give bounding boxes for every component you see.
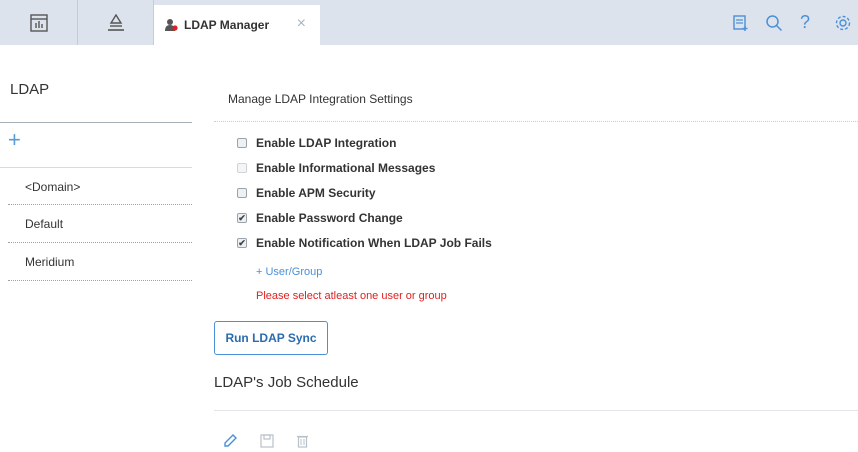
run-ldap-sync-button[interactable]: Run LDAP Sync bbox=[214, 321, 328, 355]
schedule-toolbar bbox=[222, 433, 309, 449]
option-enable-ldap-integration[interactable]: Enable LDAP Integration bbox=[237, 135, 396, 151]
checkbox[interactable] bbox=[237, 138, 247, 148]
help-button[interactable]: ? bbox=[792, 0, 818, 45]
tab-ldap-manager[interactable]: LDAP Manager × bbox=[154, 5, 320, 45]
dashboard-button[interactable] bbox=[0, 0, 78, 45]
help-icon: ? bbox=[799, 12, 810, 32]
validation-error: Please select atleast one user or group bbox=[256, 290, 447, 302]
sidebar-item-default[interactable]: Default bbox=[0, 205, 192, 243]
add-user-group-link[interactable]: + User/Group bbox=[256, 266, 322, 278]
settings-icon bbox=[835, 15, 851, 30]
settings-button[interactable] bbox=[830, 0, 856, 45]
option-label: Enable APM Security bbox=[256, 186, 376, 200]
notes-add-button[interactable] bbox=[728, 0, 754, 45]
option-label: Enable LDAP Integration bbox=[256, 136, 397, 150]
close-tab-icon[interactable]: × bbox=[297, 16, 306, 32]
sidebar-item-meridium[interactable]: Meridium bbox=[0, 243, 192, 281]
sidebar-item-label: Default bbox=[25, 217, 64, 231]
hierarchy-icon bbox=[107, 13, 124, 31]
page-title: Manage LDAP Integration Settings bbox=[228, 92, 413, 106]
search-icon bbox=[766, 14, 783, 31]
checkbox-checked[interactable]: ✔ bbox=[237, 213, 247, 223]
checkbox[interactable] bbox=[237, 188, 247, 198]
user-icon bbox=[164, 18, 178, 32]
add-domain-button[interactable]: + bbox=[8, 129, 21, 151]
option-label: Enable Notification When LDAP Job Fails bbox=[256, 236, 492, 250]
search-button[interactable] bbox=[761, 0, 787, 45]
option-label: Enable Informational Messages bbox=[256, 161, 436, 175]
top-bar: LDAP Manager × ? bbox=[0, 0, 858, 45]
notes-add-icon bbox=[733, 14, 748, 31]
sidebar-item-label: <Domain> bbox=[25, 179, 81, 194]
dashboard-icon bbox=[29, 13, 48, 32]
sidebar-title: LDAP bbox=[10, 81, 50, 98]
job-schedule-title: LDAP's Job Schedule bbox=[214, 374, 359, 391]
option-enable-informational-messages: Enable Informational Messages bbox=[237, 160, 435, 176]
checkbox-checked[interactable]: ✔ bbox=[237, 238, 247, 248]
checkbox bbox=[237, 163, 247, 173]
tab-title: LDAP Manager bbox=[184, 18, 270, 32]
sidebar-item-label: Meridium bbox=[25, 255, 75, 269]
edit-icon[interactable] bbox=[222, 433, 238, 449]
save-icon[interactable] bbox=[260, 434, 274, 448]
sidebar-item-domain[interactable]: <Domain> bbox=[0, 167, 192, 205]
hierarchy-button[interactable] bbox=[78, 0, 154, 45]
sidebar-divider bbox=[0, 122, 192, 123]
option-enable-apm-security[interactable]: Enable APM Security bbox=[237, 185, 376, 201]
schedule-divider bbox=[214, 410, 858, 411]
option-enable-notification-job-fails[interactable]: ✔ Enable Notification When LDAP Job Fail… bbox=[237, 235, 492, 251]
option-enable-password-change[interactable]: ✔ Enable Password Change bbox=[237, 210, 403, 226]
sidebar: LDAP + <Domain> Default Meridium bbox=[0, 45, 192, 452]
title-divider bbox=[214, 121, 858, 122]
delete-icon[interactable] bbox=[296, 434, 309, 448]
option-label: Enable Password Change bbox=[256, 211, 403, 225]
